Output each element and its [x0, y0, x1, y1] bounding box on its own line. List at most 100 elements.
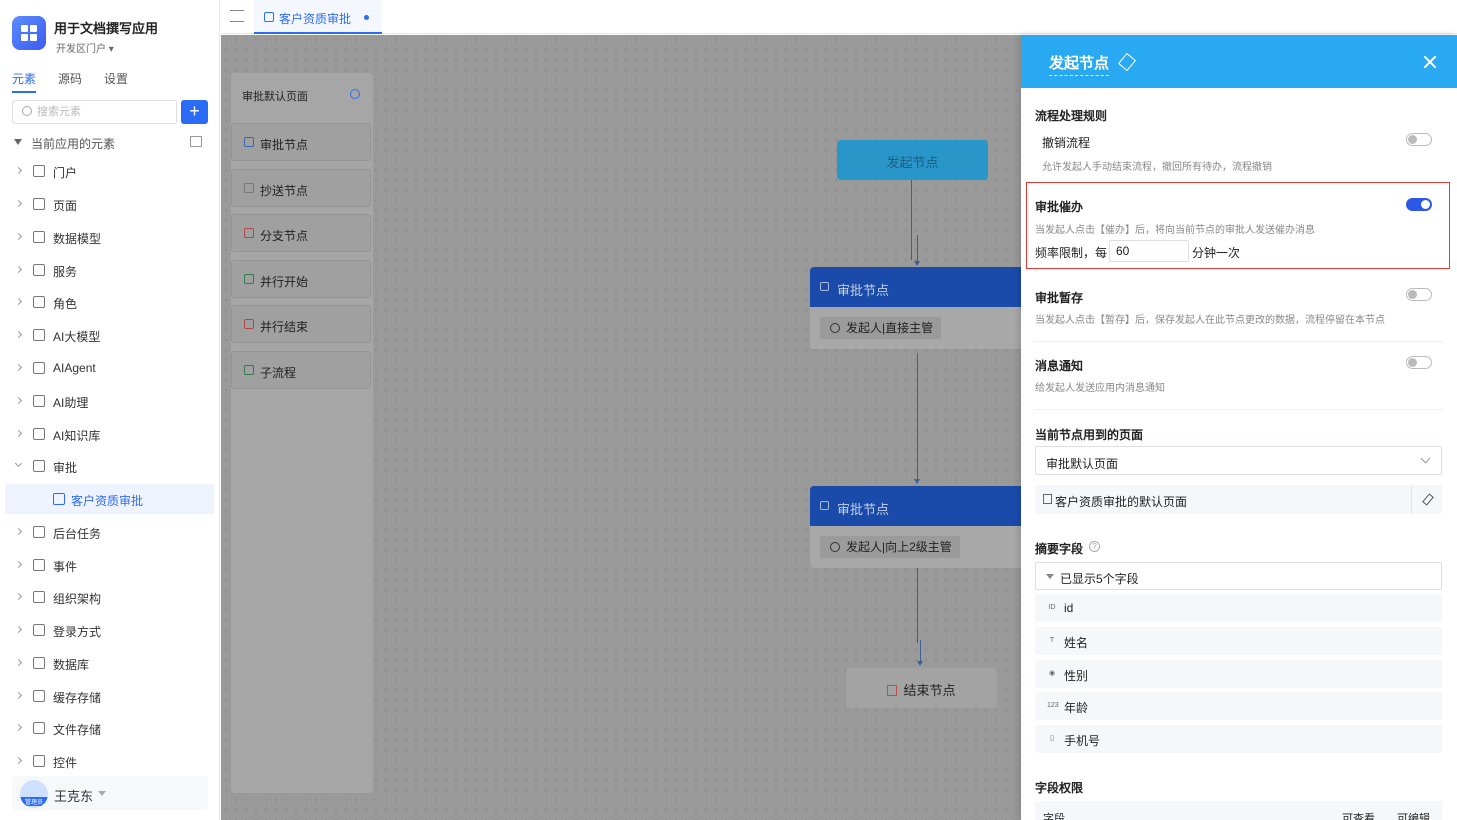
- connector: [911, 180, 912, 260]
- chevron-right-icon: [14, 429, 23, 438]
- tree-item-database[interactable]: 数据库: [0, 648, 214, 678]
- robot-icon: [33, 362, 45, 374]
- urge-toggle[interactable]: [1406, 198, 1432, 211]
- tree-item-org[interactable]: 组织架构: [0, 582, 214, 612]
- tree-item-portal[interactable]: 门户: [0, 156, 214, 186]
- flow-canvas[interactable]: 审批默认页面 审批节点 抄送节点 分支节点 并行开始 并行结束 子流程 发起节点…: [221, 35, 1025, 820]
- tree-root[interactable]: 当前应用的元素: [12, 134, 212, 152]
- palette-item-parallel-start[interactable]: 并行开始: [231, 260, 371, 298]
- chevron-right-icon: [14, 658, 23, 667]
- close-icon[interactable]: [1423, 55, 1437, 69]
- freq-input[interactable]: [1109, 240, 1189, 262]
- revoke-title: 撤销流程: [1042, 136, 1091, 150]
- tree-root-label: 当前应用的元素: [31, 137, 116, 151]
- tab-customer-approval[interactable]: 客户资质审批: [254, 0, 382, 34]
- palette-item-approval[interactable]: 审批节点: [231, 123, 371, 161]
- book-icon: [33, 428, 45, 440]
- tree-item-ai-assistant[interactable]: AI助理: [0, 386, 214, 416]
- panel-title[interactable]: 发起节点: [1049, 52, 1110, 76]
- home-icon: [33, 165, 45, 177]
- task-icon: [33, 526, 45, 538]
- tab-source[interactable]: 源码: [58, 70, 82, 91]
- tree-item-controls[interactable]: 控件: [0, 746, 214, 776]
- chevron-right-icon: [14, 297, 23, 306]
- stamp-icon: [33, 460, 45, 472]
- user-menu[interactable]: 管理员 王克东: [12, 776, 208, 810]
- chevron-right-icon: [14, 592, 23, 601]
- revoke-toggle[interactable]: [1406, 133, 1432, 146]
- field-row-gender[interactable]: ◉ 性别: [1035, 660, 1442, 688]
- app-header[interactable]: 用于文档撰写应用 开发区门户 ▾: [12, 16, 212, 56]
- chevron-down-icon: [1420, 453, 1431, 464]
- tree-item-customer-approval[interactable]: 客户资质审批: [5, 484, 214, 514]
- caret-down-icon: [14, 139, 22, 145]
- chevron-right-icon: [14, 625, 23, 634]
- login-icon: [33, 624, 45, 636]
- node-palette: 审批默认页面 审批节点 抄送节点 分支节点 并行开始 并行结束 子流程: [231, 73, 373, 793]
- flow-node-end[interactable]: 结束节点: [846, 668, 997, 708]
- tree-item-service[interactable]: 服务: [0, 255, 214, 285]
- send-icon: [244, 183, 254, 193]
- tree-item-approval[interactable]: 审批: [0, 451, 214, 481]
- layout-icon[interactable]: [190, 136, 202, 147]
- flow-node-start[interactable]: 发起节点: [837, 140, 988, 180]
- field-row-id[interactable]: ID id: [1035, 594, 1442, 622]
- fields-collapse[interactable]: 已显示5个字段: [1035, 562, 1442, 590]
- tree-item-role[interactable]: 角色: [0, 287, 214, 317]
- stamp-icon: [53, 493, 65, 505]
- field-row-age[interactable]: 123 年龄: [1035, 692, 1442, 720]
- tree-item-ai-agent[interactable]: AIAgent: [0, 353, 214, 383]
- palette-item-branch[interactable]: 分支节点: [231, 214, 371, 252]
- arrow-down-icon: [914, 479, 920, 484]
- tab-settings[interactable]: 设置: [104, 70, 128, 91]
- parallel-end-icon: [244, 319, 254, 329]
- database-icon: [33, 657, 45, 669]
- chevron-right-icon: [14, 756, 23, 765]
- app-title: 用于文档撰写应用: [54, 21, 159, 36]
- flow-node-approval-2[interactable]: 审批节点 发起人|向上2级主管: [810, 486, 1025, 568]
- field-row-phone[interactable]: ▯ 手机号: [1035, 725, 1442, 753]
- tree-item-ai-model[interactable]: AI大模型: [0, 320, 214, 350]
- tree-item-background-task[interactable]: 后台任务: [0, 517, 214, 547]
- palette-item-cc[interactable]: 抄送节点: [231, 169, 371, 207]
- tree-item-cache[interactable]: 缓存存储: [0, 681, 214, 711]
- collapse-menu-icon[interactable]: [230, 10, 244, 22]
- section-title-pages: 当前节点用到的页面: [1035, 428, 1144, 442]
- field-row-name[interactable]: T 姓名: [1035, 627, 1442, 655]
- tree-item-login[interactable]: 登录方式: [0, 615, 214, 645]
- add-element-button[interactable]: +: [181, 100, 208, 124]
- gear-icon[interactable]: [350, 89, 360, 99]
- tab-bar: 客户资质审批: [221, 0, 1457, 34]
- edit-icon[interactable]: [1117, 52, 1137, 72]
- palette-item-subprocess[interactable]: 子流程: [231, 351, 371, 389]
- help-icon[interactable]: ?: [1089, 541, 1100, 552]
- page-item[interactable]: 客户资质审批的默认页面: [1035, 485, 1442, 514]
- caret-down-icon: [1046, 574, 1054, 579]
- notify-desc: 给发起人发送应用内消息通知: [1035, 383, 1165, 394]
- palette-header: 审批默认页面: [231, 73, 373, 113]
- notify-title: 消息通知: [1035, 359, 1084, 373]
- sidebar: 用于文档撰写应用 开发区门户 ▾ 元素 源码 设置 + 当前应用的元素 门户 页…: [0, 0, 220, 820]
- search-box: [12, 100, 177, 124]
- tab-elements[interactable]: 元素: [12, 70, 37, 93]
- page-select[interactable]: 审批默认页面: [1035, 446, 1442, 475]
- flow-node-approval-1[interactable]: 审批节点 发起人|直接主管: [810, 267, 1025, 349]
- app-subtitle[interactable]: 开发区门户 ▾: [56, 40, 114, 55]
- tree-item-event[interactable]: 事件: [0, 550, 214, 580]
- palette-item-parallel-end[interactable]: 并行结束: [231, 305, 371, 343]
- user-name: 王克东: [54, 789, 94, 804]
- draft-toggle[interactable]: [1406, 288, 1432, 301]
- id-icon: ID: [1048, 604, 1056, 611]
- chevron-right-icon: [14, 232, 23, 241]
- section-title-summary: 摘要字段: [1035, 542, 1084, 556]
- table-icon: [33, 231, 45, 243]
- notify-toggle[interactable]: [1406, 356, 1432, 369]
- chevron-right-icon: [14, 330, 23, 339]
- tree-item-ai-knowledge[interactable]: AI知识库: [0, 419, 214, 449]
- edit-icon[interactable]: [1422, 493, 1434, 506]
- search-input[interactable]: [37, 103, 172, 121]
- tree-item-file-storage[interactable]: 文件存储: [0, 713, 214, 743]
- page-icon: [1043, 494, 1052, 504]
- tree-item-pages[interactable]: 页面: [0, 189, 214, 219]
- tree-item-data-model[interactable]: 数据模型: [0, 222, 214, 252]
